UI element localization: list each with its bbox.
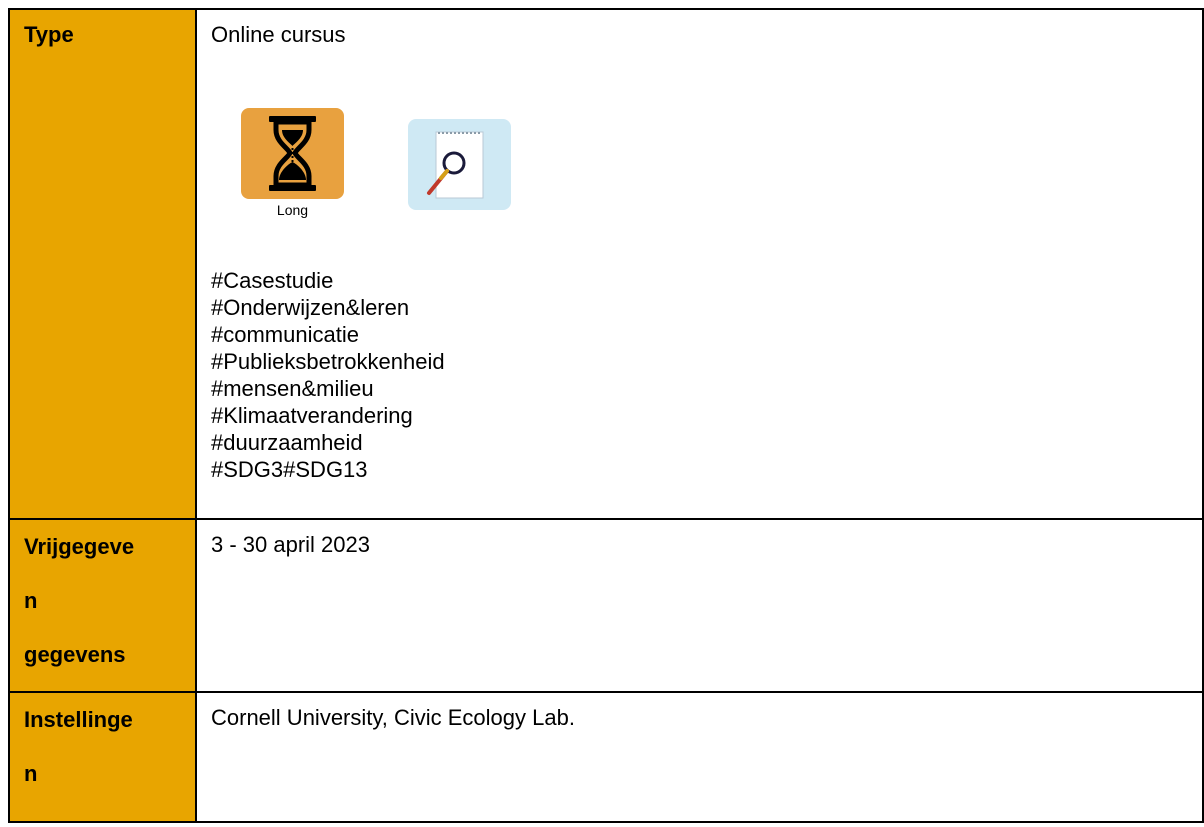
instellingen-value: Cornell University, Civic Ecology Lab. xyxy=(211,705,575,730)
tag-item: #Klimaatverandering xyxy=(211,403,413,428)
table-row-vrijgegeven: Vrijgegeve n gegevens 3 - 30 april 2023 xyxy=(8,518,1204,693)
tag-item: #duurzaamheid xyxy=(211,430,363,455)
tag-item: #mensen&milieu xyxy=(211,376,374,401)
info-table: Type Online cursus Long #Casestudie #Ond… xyxy=(8,8,1204,823)
tag-item: #Casestudie xyxy=(211,268,334,293)
tag-list: #Casestudie #Onderwijzen&leren #communic… xyxy=(211,267,1202,483)
vrijgegeven-value: 3 - 30 april 2023 xyxy=(211,532,370,557)
magnifier-notepad-icon xyxy=(408,119,511,210)
tag-item: #communicatie xyxy=(211,322,359,347)
instellingen-value-cell: Cornell University, Civic Ecology Lab. xyxy=(195,691,1204,823)
tag-item: #SDG3#SDG13 xyxy=(211,457,368,482)
type-value: Online cursus xyxy=(211,22,346,47)
long-caption: Long xyxy=(276,202,309,218)
vrijgegeven-label-line: gegevens xyxy=(24,642,126,667)
type-label-cell: Type xyxy=(8,8,197,520)
instellingen-label-line: Instellinge xyxy=(24,707,133,732)
hourglass-icon xyxy=(241,108,344,199)
vrijgegeven-label-line: Vrijgegeve xyxy=(24,534,135,559)
vrijgegeven-value-cell: 3 - 30 april 2023 xyxy=(195,518,1204,693)
tag-item: #Onderwijzen&leren xyxy=(211,295,410,320)
table-row-type: Type Online cursus Long #Casestudie #Ond… xyxy=(8,8,1204,520)
type-value-cell: Online cursus Long #Casestudie #Onderwij… xyxy=(195,8,1204,520)
tag-item: #Publieksbetrokkenheid xyxy=(211,349,445,374)
instellingen-label-line: n xyxy=(24,761,38,786)
table-row-instellingen: Instellinge n Cornell University, Civic … xyxy=(8,691,1204,823)
vrijgegeven-label-line: n xyxy=(24,588,38,613)
vrijgegeven-label-cell: Vrijgegeve n gegevens xyxy=(8,518,197,693)
type-label: Type xyxy=(24,22,74,47)
type-icons: Long xyxy=(211,48,1202,223)
instellingen-label-cell: Instellinge n xyxy=(8,691,197,823)
